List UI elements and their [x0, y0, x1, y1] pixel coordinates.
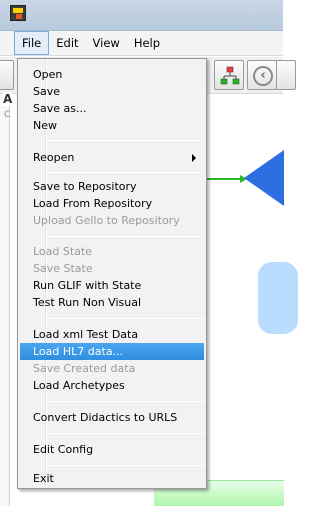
menu-item-save-to-repository[interactable]: Save to Repository	[20, 178, 204, 195]
menu-item-exit[interactable]: Exit	[20, 470, 204, 487]
left-panel-strip	[0, 95, 10, 506]
menu-item-test-run-non-visual[interactable]: Test Run Non Visual	[20, 294, 204, 311]
connector-line	[206, 178, 244, 180]
menu-item-reopen-label: Reopen	[33, 151, 75, 164]
menu-separator	[48, 433, 204, 434]
menu-separator	[48, 401, 204, 402]
menu-separator	[48, 140, 204, 141]
tree-icon	[220, 66, 240, 85]
menu-item-save-created-data: Save Created data	[33, 362, 136, 375]
menu-help[interactable]: Help	[127, 31, 167, 55]
menu-item-run-glif-with-state[interactable]: Run GLIF with State	[20, 277, 204, 294]
menu-item-load-xml-test-data[interactable]: Load xml Test Data	[20, 326, 204, 343]
menu-separator	[48, 318, 204, 319]
toolbar-button-clipped-right[interactable]	[276, 60, 296, 90]
menu-item-reopen[interactable]: Reopen	[20, 149, 204, 166]
window-titlebar	[0, 0, 283, 31]
menu-item-load-state: Load State	[33, 245, 93, 258]
action-node-shape[interactable]	[258, 262, 298, 334]
menu-item-save[interactable]: Save	[20, 83, 204, 100]
menu-item-load-hl7-data[interactable]: Load HL7 data...	[20, 343, 204, 360]
menu-item-load-archetypes[interactable]: Load Archetypes	[20, 377, 204, 394]
menu-item-edit-config[interactable]: Edit Config	[20, 441, 204, 458]
back-arrow-icon: ‹	[253, 66, 273, 86]
menu-separator	[48, 236, 204, 237]
menu-file[interactable]: File	[14, 31, 50, 55]
menu-separator	[48, 172, 204, 173]
menu-item-save-state: Save State	[33, 262, 93, 275]
menu-item-save-as[interactable]: Save as...	[20, 100, 204, 117]
submenu-arrow-icon	[192, 154, 196, 162]
file-menu-dropdown: Open Save Save as... New Reopen Save to …	[17, 58, 207, 489]
menu-item-load-from-repository[interactable]: Load From Repository	[20, 195, 204, 212]
app-icon[interactable]	[10, 5, 26, 21]
back-button[interactable]: ‹	[247, 60, 277, 90]
canvas-heading-fragment: A	[3, 92, 13, 106]
toolbar-button-clipped[interactable]	[0, 60, 14, 90]
menu-item-open[interactable]: Open	[20, 66, 204, 83]
menu-item-upload-gello: Upload Gello to Repository	[33, 214, 180, 227]
decision-node-shape[interactable]	[244, 150, 284, 206]
menu-edit[interactable]: Edit	[49, 31, 85, 55]
canvas-subtext-fragment: C	[4, 110, 11, 120]
menu-separator	[48, 465, 204, 466]
menu-bar: File Edit View Help	[0, 31, 283, 56]
tree-layout-button[interactable]	[214, 60, 244, 90]
menu-item-new[interactable]: New	[20, 117, 204, 134]
menu-item-convert-didactics[interactable]: Convert Didactics to URLS	[20, 409, 204, 426]
menu-view[interactable]: View	[86, 31, 127, 55]
